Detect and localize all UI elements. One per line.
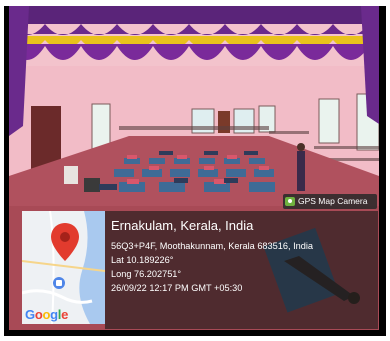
datetime-line: 26/09/22 12:17 PM GMT +05:30	[111, 283, 243, 293]
camera-icon	[285, 197, 295, 206]
location-info-panel: Ernakulam, Kerala, India 56Q3+P4F, Mooth…	[105, 211, 378, 329]
address-line: 56Q3+P4F, Moothakunnam, Kerala 683516, I…	[111, 241, 314, 251]
latitude-line: Lat 10.189226°	[111, 255, 174, 265]
location-map-thumbnail: Google	[22, 211, 105, 324]
place-marker-icon	[53, 277, 65, 289]
gps-app-label: GPS Map Camera	[298, 196, 368, 206]
longitude-line: Long 76.202751°	[111, 269, 182, 279]
location-title: Ernakulam, Kerala, India	[111, 218, 254, 233]
google-logo: Google	[25, 307, 69, 322]
gps-map-camera-tag: GPS Map Camera	[283, 194, 377, 209]
